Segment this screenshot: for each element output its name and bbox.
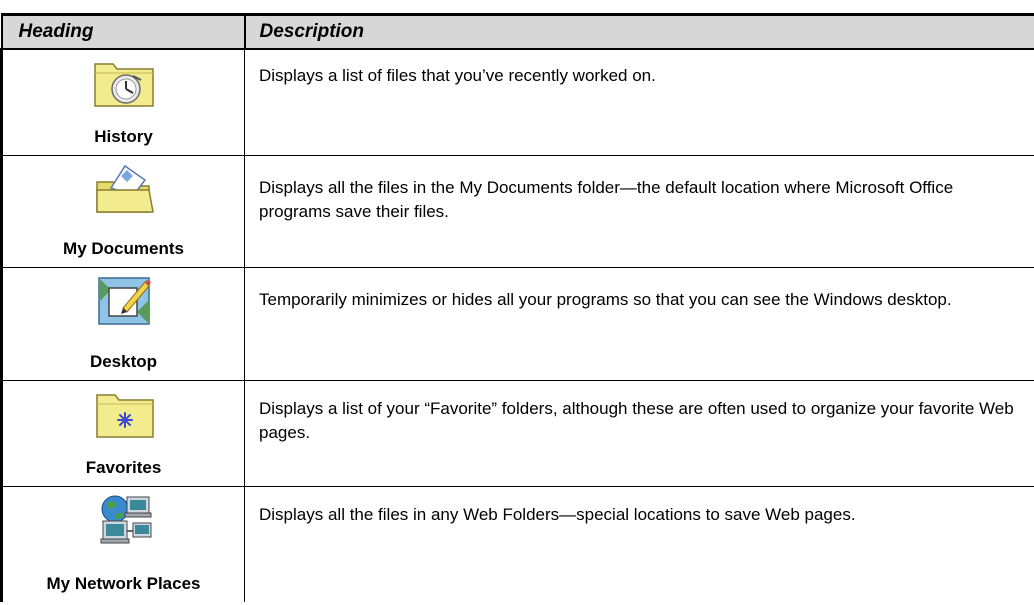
favorites-heading-cell: Favorites — [0, 379, 245, 487]
table-row: Favorites Displays a list of your “Favor… — [0, 379, 1034, 487]
history-description-cell: Displays a list of files that you’ve rec… — [244, 48, 1034, 156]
table-row: Desktop Temporarily minimizes or hides a… — [0, 266, 1034, 381]
my-documents-description: Displays all the files in the My Documen… — [259, 177, 954, 221]
desktop-heading-cell: Desktop — [0, 266, 245, 381]
favorites-description: Displays a list of your “Favorite” folde… — [259, 398, 1014, 442]
favorites-description-cell: Displays a list of your “Favorite” folde… — [244, 379, 1034, 487]
table-row: My Documents Displays all the files in t… — [0, 154, 1034, 268]
desktop-description-cell: Temporarily minimizes or hides all your … — [244, 266, 1034, 381]
my-network-places-description-cell: Displays all the files in any Web Folder… — [244, 485, 1034, 602]
my-documents-description-cell: Displays all the files in the My Documen… — [244, 154, 1034, 268]
history-description: Displays a list of files that you’ve rec… — [259, 66, 656, 85]
history-icon[interactable] — [89, 54, 159, 110]
table-row: History Displays a list of files that yo… — [0, 48, 1034, 156]
favorites-label: Favorites — [85, 457, 162, 477]
description-column-header: Description — [243, 13, 1034, 50]
my-documents-label: My Documents — [63, 238, 184, 258]
table-row: My Network Places Displays all the files… — [0, 485, 1034, 602]
desktop-label: Desktop — [89, 351, 158, 371]
table-header-row: Heading Description — [0, 13, 1034, 50]
history-label: History — [94, 126, 153, 146]
favorites-icon[interactable] — [89, 385, 159, 441]
my-documents-icon[interactable] — [89, 160, 159, 216]
my-documents-heading-cell: My Documents — [0, 154, 245, 268]
history-heading-cell: History — [0, 48, 245, 156]
my-network-places-description: Displays all the files in any Web Folder… — [259, 504, 856, 524]
my-network-places-icon[interactable] — [89, 491, 159, 547]
my-network-places-heading-cell: My Network Places — [0, 485, 245, 602]
desktop-description: Temporarily minimizes or hides all your … — [259, 289, 952, 309]
places-bar-table: Heading Description History Displays a l… — [0, 13, 1034, 602]
my-network-places-label: My Network Places — [46, 574, 201, 593]
cut-off-title — [0, 0, 1034, 3]
desktop-icon[interactable] — [89, 272, 159, 328]
heading-column-header: Heading — [0, 13, 246, 50]
